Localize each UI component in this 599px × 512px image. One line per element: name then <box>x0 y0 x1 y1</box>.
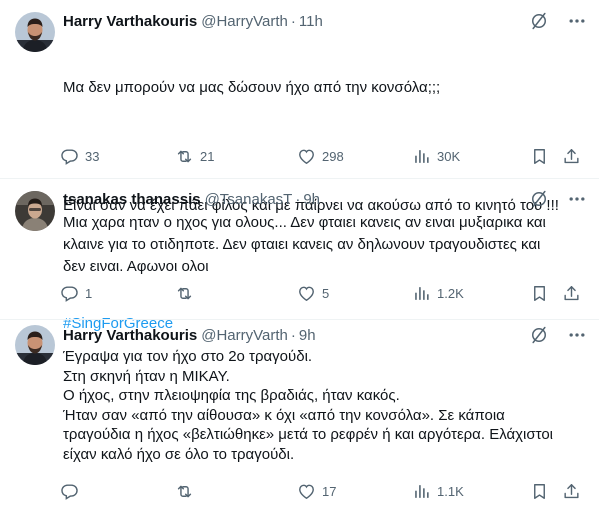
text-line: Μα δεν μπορούν να μας δώσουν ήχο από την… <box>63 79 441 96</box>
tweet-3[interactable]: Harry Varthakouris @HarryVarth · 9h Έγρα… <box>0 320 599 512</box>
like-button[interactable]: 298 <box>297 146 344 166</box>
timestamp[interactable]: 11h <box>299 13 323 30</box>
like-count: 298 <box>322 148 344 164</box>
reply-icon <box>60 482 79 501</box>
like-button[interactable]: 17 <box>297 481 336 501</box>
views-icon <box>412 482 431 501</box>
separator-dot: · <box>295 190 301 208</box>
retweet-button[interactable]: 21 <box>175 146 214 166</box>
views-icon <box>412 147 431 166</box>
share-icon <box>562 147 581 166</box>
reply-count: 1 <box>85 285 93 301</box>
timestamp[interactable]: 9h <box>303 191 320 208</box>
avatar[interactable] <box>15 191 55 231</box>
views-icon <box>412 284 431 303</box>
tweet-text: Έγραψα για τον ήχο στο 2ο τραγούδι. Στη … <box>63 348 553 463</box>
author-name[interactable]: Harry Varthakouris <box>63 327 197 344</box>
tweet-header: Harry Varthakouris @HarryVarth · 9h <box>63 325 316 345</box>
separator-dot: · <box>290 12 296 30</box>
like-count: 17 <box>322 483 337 499</box>
tweet-text: Μια χαρα ηταν ο ηχος για ολους... Δεν φτ… <box>63 214 546 275</box>
view-count: 1.1K <box>437 483 464 499</box>
author-handle[interactable]: @TsanakasT <box>205 191 293 208</box>
heart-icon <box>297 284 316 303</box>
author-name[interactable]: Harry Varthakouris <box>63 13 197 30</box>
view-count: 1.2K <box>437 285 464 301</box>
avatar[interactable] <box>15 325 55 365</box>
tweet-top-icons <box>529 325 587 345</box>
retweet-button[interactable] <box>175 283 200 303</box>
reply-icon <box>60 284 79 303</box>
view-count: 30K <box>437 148 461 164</box>
tweet-actions: 17 1.1K <box>60 481 586 501</box>
more-icon[interactable] <box>567 11 587 31</box>
bookmark-icon <box>530 147 549 166</box>
tweet-header: Harry Varthakouris @HarryVarth · 11h <box>63 11 323 31</box>
bookmark-icon <box>530 482 549 501</box>
grok-icon[interactable] <box>529 325 549 345</box>
retweet-icon <box>175 147 194 166</box>
like-button[interactable]: 5 <box>297 283 329 303</box>
tweet-top-icons <box>529 11 587 31</box>
timestamp[interactable]: 9h <box>299 327 316 344</box>
reply-button[interactable] <box>60 481 85 501</box>
share-button[interactable] <box>562 146 581 166</box>
grok-icon[interactable] <box>529 189 549 209</box>
tweet-top-icons <box>529 189 587 209</box>
tweet-header: tsanakas thanassis @TsanakasT · 9h <box>63 189 320 209</box>
views-button[interactable]: 1.2K <box>412 283 464 303</box>
tweet-actions: 1 5 1.2K <box>60 283 586 303</box>
tweet-actions: 33 21 298 30K <box>60 146 586 166</box>
tweet-2[interactable]: tsanakas thanassis @TsanakasT · 9h Μια χ… <box>0 179 599 319</box>
reply-count: 33 <box>85 148 100 164</box>
more-icon[interactable] <box>567 325 587 345</box>
avatar[interactable] <box>15 12 55 52</box>
bookmark-button[interactable] <box>530 481 549 501</box>
share-button[interactable] <box>562 283 581 303</box>
bookmark-button[interactable] <box>530 146 549 166</box>
tweet-1[interactable]: Harry Varthakouris @HarryVarth · 11h Μα … <box>0 0 599 332</box>
more-icon[interactable] <box>567 189 587 209</box>
views-button[interactable]: 1.1K <box>412 481 464 501</box>
separator-dot: · <box>290 326 296 344</box>
bookmark-button[interactable] <box>530 283 549 303</box>
author-handle[interactable]: @HarryVarth <box>201 327 288 344</box>
reply-button[interactable]: 33 <box>60 146 99 166</box>
share-button[interactable] <box>562 481 581 501</box>
retweet-icon <box>175 284 194 303</box>
reply-icon <box>60 147 79 166</box>
heart-icon <box>297 482 316 501</box>
heart-icon <box>297 147 316 166</box>
retweet-button[interactable] <box>175 481 200 501</box>
views-button[interactable]: 30K <box>412 146 460 166</box>
share-icon <box>562 284 581 303</box>
author-handle[interactable]: @HarryVarth <box>201 13 288 30</box>
retweet-count: 21 <box>200 148 215 164</box>
grok-icon[interactable] <box>529 11 549 31</box>
retweet-icon <box>175 482 194 501</box>
reply-button[interactable]: 1 <box>60 283 92 303</box>
like-count: 5 <box>322 285 330 301</box>
author-name[interactable]: tsanakas thanassis <box>63 191 201 208</box>
share-icon <box>562 482 581 501</box>
bookmark-icon <box>530 284 549 303</box>
